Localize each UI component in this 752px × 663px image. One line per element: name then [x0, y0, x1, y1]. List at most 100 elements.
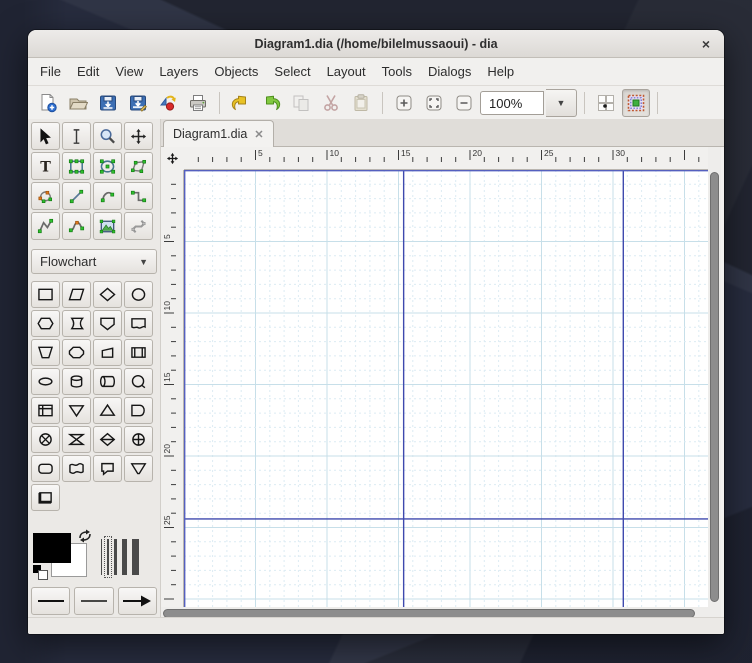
shape-internal-storage[interactable]: [31, 397, 60, 424]
menu-item-layout[interactable]: Layout: [319, 58, 374, 85]
svg-text:10: 10: [162, 301, 172, 311]
shape-extract[interactable]: [93, 397, 122, 424]
menu-item-edit[interactable]: Edit: [69, 58, 107, 85]
shape-sort[interactable]: [93, 426, 122, 453]
shape-delay[interactable]: [124, 397, 153, 424]
line-width-option-5[interactable]: [122, 539, 127, 575]
tool-polyline[interactable]: [31, 212, 60, 240]
shape-offline-storage[interactable]: [31, 484, 60, 511]
line-end-style-button[interactable]: [117, 587, 157, 615]
open-button[interactable]: [64, 89, 92, 117]
tool-line[interactable]: [62, 182, 91, 210]
color-selector[interactable]: [33, 529, 93, 580]
zigzagline-tool-icon: [129, 187, 148, 206]
shape-terminal[interactable]: [31, 368, 60, 395]
shape-ellipse[interactable]: [124, 281, 153, 308]
shape-off-page-connector[interactable]: [93, 455, 122, 482]
snap-to-objects-button[interactable]: [622, 89, 650, 117]
shape-card[interactable]: [62, 310, 91, 337]
shape-display[interactable]: [93, 310, 122, 337]
tool-image[interactable]: [93, 212, 122, 240]
main-area: T Flowchart ▼ Diagram1.dia ✕ 5 10 15 20 …: [28, 119, 724, 620]
tool-magnify[interactable]: [93, 122, 122, 150]
diagram-canvas[interactable]: [184, 170, 708, 607]
undo-button[interactable]: [227, 89, 255, 117]
default-colors-icon[interactable]: [33, 565, 48, 580]
shape-magnetic-drum[interactable]: [62, 368, 91, 395]
shape-rounded-octagon[interactable]: [62, 339, 91, 366]
shape-manual-operation[interactable]: [31, 339, 60, 366]
tab-close-icon[interactable]: ✕: [254, 128, 263, 141]
modify-tool-icon: [36, 127, 55, 146]
zoom-in-button[interactable]: [390, 89, 418, 117]
vertical-scrollbar-thumb[interactable]: [710, 172, 719, 602]
beziergon-tool-icon: [36, 187, 55, 206]
zoom-dropdown-button[interactable]: ▼: [546, 89, 577, 117]
shape-delay-circle[interactable]: [124, 368, 153, 395]
redo-button[interactable]: [257, 89, 285, 117]
svg-text:15: 15: [401, 148, 411, 158]
shape-trapezoid[interactable]: [93, 339, 122, 366]
zoom-out-button[interactable]: [450, 89, 478, 117]
tool-zigzagline[interactable]: [124, 182, 153, 210]
line-width-option-1[interactable]: [101, 539, 102, 575]
shape-or[interactable]: [124, 426, 153, 453]
shape-magnetic-disk[interactable]: [93, 368, 122, 395]
foreground-color-swatch[interactable]: [33, 533, 71, 563]
line-width-option-7[interactable]: [132, 539, 139, 575]
menu-item-dialogs[interactable]: Dialogs: [420, 58, 479, 85]
image-tool-icon: [98, 217, 117, 236]
document-tab[interactable]: Diagram1.dia ✕: [163, 120, 274, 147]
line-start-style-button[interactable]: [31, 587, 71, 615]
line-style-button[interactable]: [74, 587, 114, 615]
export-button[interactable]: [154, 89, 182, 117]
shape-predefined-process[interactable]: [124, 339, 153, 366]
vertical-scrollbar[interactable]: [708, 147, 721, 607]
zoom-fit-button[interactable]: [420, 89, 448, 117]
zoom-input[interactable]: [480, 91, 544, 115]
window-close-button[interactable]: ×: [698, 30, 714, 57]
polyline-tool-icon: [36, 217, 55, 236]
shape-transmittal-tape[interactable]: [124, 455, 153, 482]
shape-diamond[interactable]: [93, 281, 122, 308]
tool-modify[interactable]: [31, 122, 60, 150]
menu-item-tools[interactable]: Tools: [374, 58, 420, 85]
shape-summing-junction[interactable]: [31, 426, 60, 453]
menu-item-help[interactable]: Help: [479, 58, 522, 85]
tool-beziergon[interactable]: [31, 182, 60, 210]
line-width-option-2[interactable]: [104, 536, 112, 578]
shape-preparation[interactable]: [31, 310, 60, 337]
shape-parallelogram[interactable]: [62, 281, 91, 308]
save-button[interactable]: [94, 89, 122, 117]
shape-punched-tape[interactable]: [62, 455, 91, 482]
shape-rounded-box[interactable]: [31, 455, 60, 482]
menu-item-view[interactable]: View: [107, 58, 151, 85]
save-as-button[interactable]: [124, 89, 152, 117]
ruler-origin-widget[interactable]: [161, 147, 184, 170]
menu-item-select[interactable]: Select: [266, 58, 318, 85]
shape-document[interactable]: [124, 310, 153, 337]
tool-polygon[interactable]: [124, 152, 153, 180]
tool-scroll[interactable]: [124, 122, 153, 150]
predefined-process-shape-icon: [129, 345, 148, 360]
print-button[interactable]: [184, 89, 212, 117]
line-width-option-3[interactable]: [114, 539, 117, 575]
tool-textedit[interactable]: [62, 122, 91, 150]
shape-merge[interactable]: [62, 397, 91, 424]
tool-outline[interactable]: [124, 212, 153, 240]
sheet-selector[interactable]: Flowchart ▼: [31, 249, 157, 274]
tool-box[interactable]: [62, 152, 91, 180]
shape-box[interactable]: [31, 281, 60, 308]
tool-arc[interactable]: [93, 182, 122, 210]
tool-text[interactable]: T: [31, 152, 60, 180]
titlebar[interactable]: Diagram1.dia (/home/bilelmussaoui) - dia…: [28, 30, 724, 58]
menu-item-file[interactable]: File: [32, 58, 69, 85]
tool-bezierline[interactable]: [62, 212, 91, 240]
swap-colors-icon[interactable]: [77, 529, 93, 543]
tool-ellipse[interactable]: [93, 152, 122, 180]
toggle-grid-button[interactable]: [592, 89, 620, 117]
new-button[interactable]: [34, 89, 62, 117]
shape-collate[interactable]: [62, 426, 91, 453]
menu-item-layers[interactable]: Layers: [151, 58, 206, 85]
menu-item-objects[interactable]: Objects: [206, 58, 266, 85]
